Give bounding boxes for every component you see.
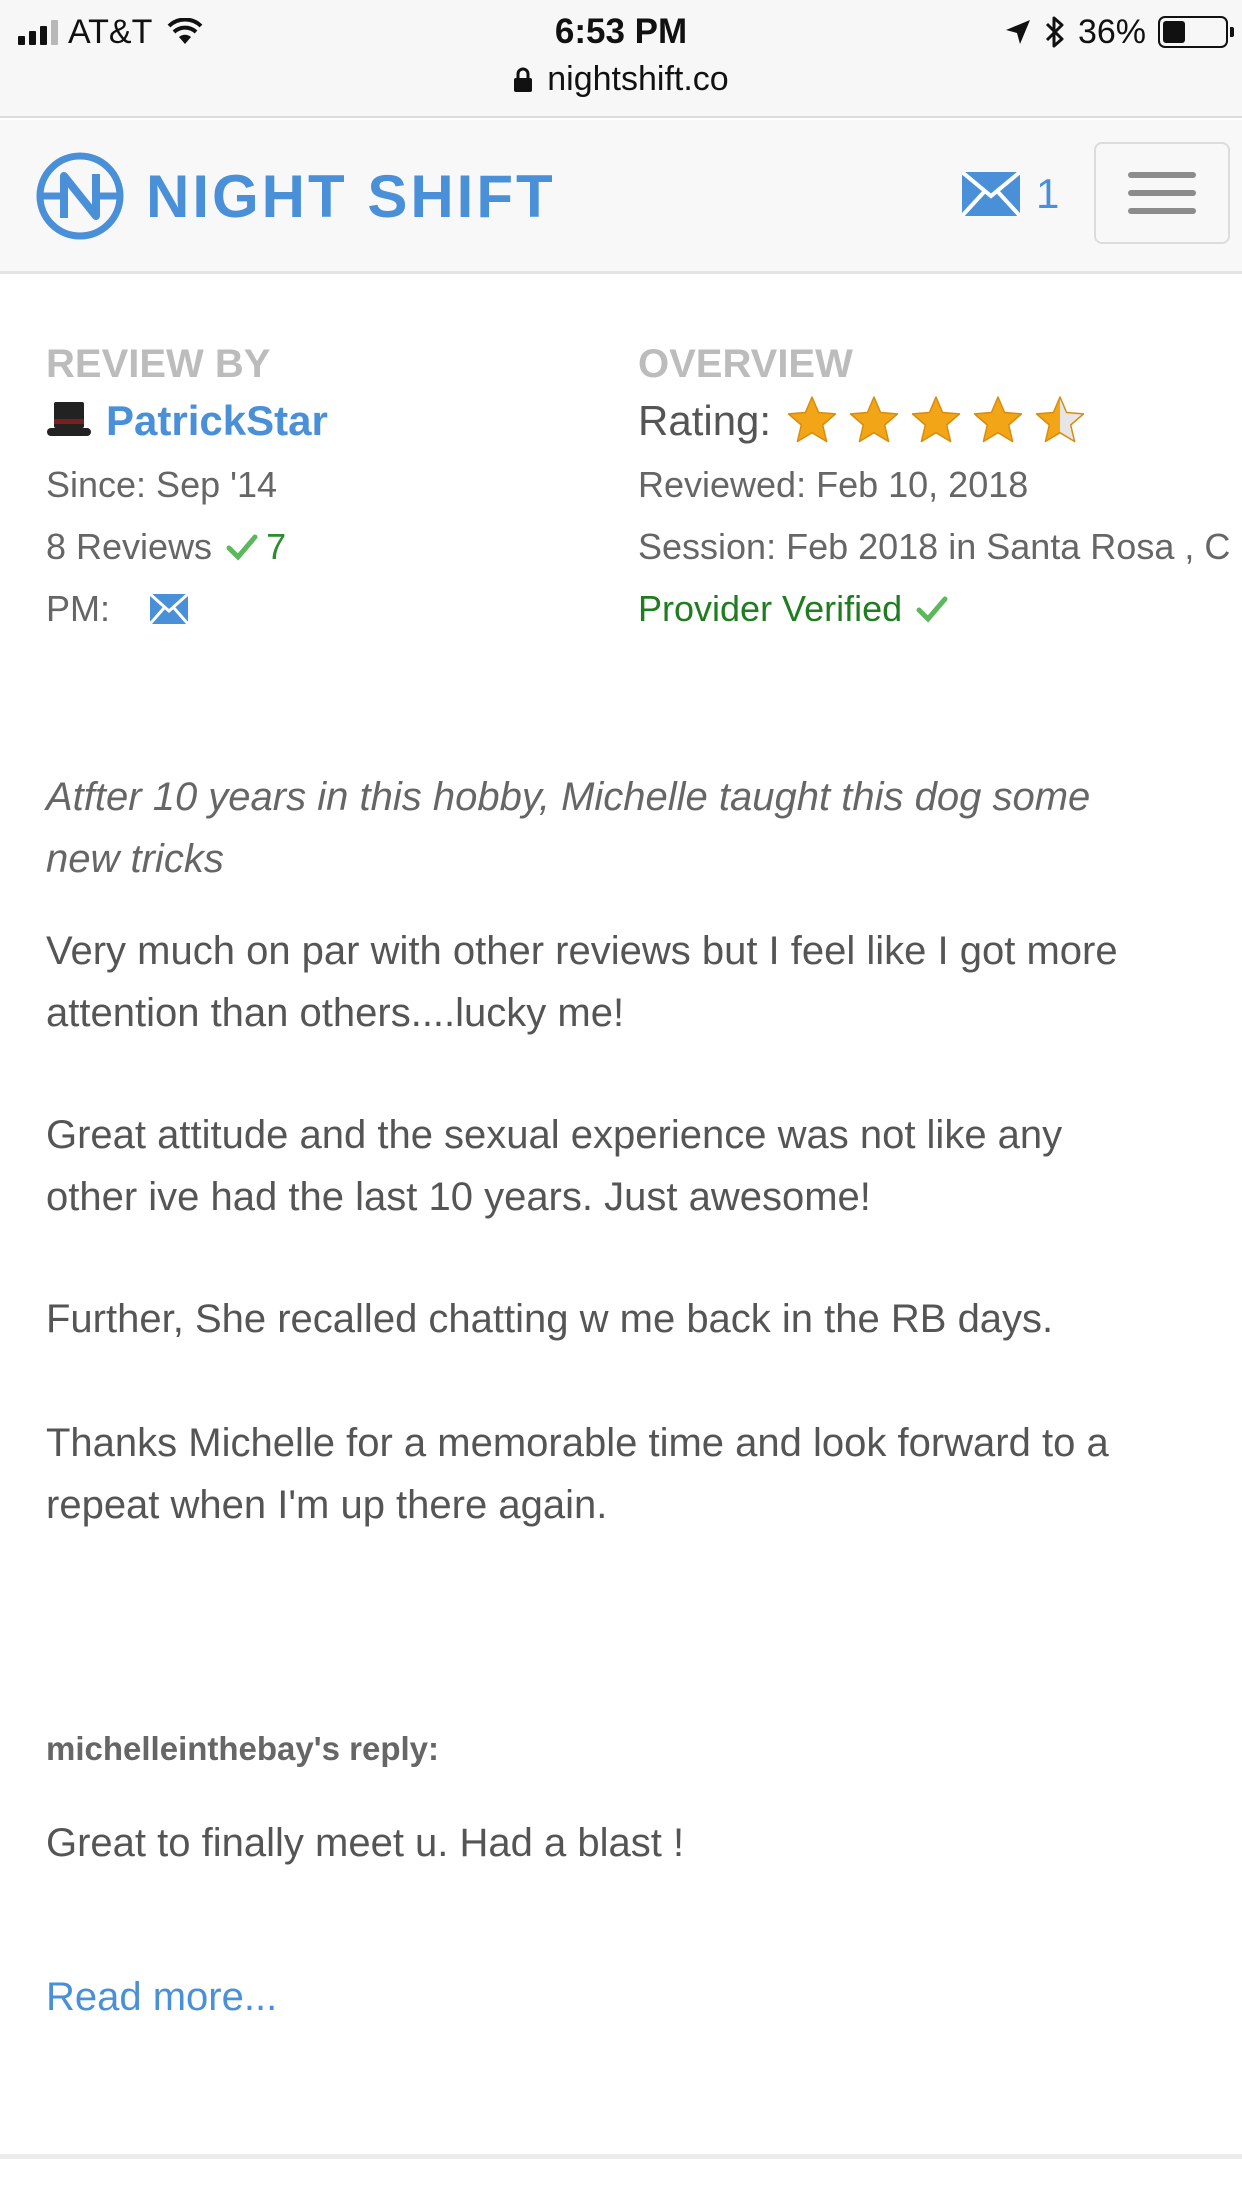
review-text-line: Thanks Michelle for a memorable time and…: [46, 1421, 1109, 1465]
review-by-heading: REVIEW BY: [46, 342, 271, 386]
review-by-section: REVIEW BY PatrickStar Since: Sep '14 8 R…: [46, 340, 606, 640]
address-bar[interactable]: nightshift.co: [0, 60, 1242, 99]
site-logo[interactable]: NIGHT SHIFT: [34, 150, 556, 242]
overview-heading: OVERVIEW: [638, 342, 853, 386]
messages-link[interactable]: 1: [962, 170, 1059, 218]
review-text-line: Very much on par with other reviews but …: [46, 929, 1118, 973]
star-full-icon: [787, 396, 837, 443]
overview-section: OVERVIEW Rating: Reviewed: Feb 10, 2018 …: [638, 340, 1242, 640]
message-count: 1: [1036, 170, 1060, 217]
review-paragraph: Great attitude and the sexual experience…: [46, 1104, 1216, 1228]
rating-label: Rating:: [638, 397, 772, 444]
envelope-icon: [962, 172, 1020, 216]
star-full-icon: [973, 396, 1023, 443]
reply-label: michelleinthebay's reply:: [46, 1730, 439, 1767]
review-text-line: repeat when I'm up there again.: [46, 1483, 608, 1527]
pm-row: PM:: [46, 578, 606, 640]
site-header: NIGHT SHIFT 1: [0, 120, 1242, 274]
menu-bar-icon: [1128, 190, 1196, 196]
top-hat-icon: [47, 402, 91, 436]
reviewer-username-link[interactable]: PatrickStar: [106, 388, 328, 454]
review-text-line: attention than others....lucky me!: [46, 991, 625, 1035]
url-text: nightshift.co: [547, 60, 729, 98]
pm-label: PM:: [46, 588, 111, 629]
review-text-line: Further, She recalled chatting w me back…: [46, 1297, 1054, 1341]
review-text-line: Great attitude and the sexual experience…: [46, 1113, 1063, 1157]
star-half-icon: [1035, 396, 1085, 443]
menu-bar-icon: [1128, 172, 1196, 178]
hamburger-menu-button[interactable]: [1094, 142, 1230, 244]
lock-icon: [514, 67, 533, 92]
verified-review-count: 7: [266, 526, 287, 567]
review-paragraph: Thanks Michelle for a memorable time and…: [46, 1412, 1216, 1536]
reviewed-date: Reviewed: Feb 10, 2018: [638, 464, 1029, 505]
review-paragraph: Very much on par with other reviews but …: [46, 920, 1216, 1044]
bluetooth-icon: [1045, 16, 1064, 48]
status-bar: AT&T 6:53 PM 36% nightshift.co: [0, 0, 1242, 118]
green-check-icon: [226, 534, 258, 561]
star-full-icon: [849, 396, 899, 443]
battery-icon: [1158, 16, 1234, 48]
read-more-link[interactable]: Read more...: [46, 1966, 277, 2028]
reviewer-row: PatrickStar: [46, 388, 606, 454]
star-full-icon: [911, 396, 961, 443]
review-count: 8 Reviews: [46, 526, 213, 567]
provider-verified-row: Provider Verified: [638, 578, 1242, 640]
review-text-line: other ive had the last 10 years. Just aw…: [46, 1175, 871, 1219]
review-title-line: new tricks: [46, 837, 224, 881]
logo-text: NIGHT SHIFT: [146, 162, 556, 230]
rating-stars: [785, 394, 1087, 448]
battery-percent: 36%: [1077, 12, 1146, 51]
night-shift-logo-icon: [36, 152, 124, 240]
status-right: 36%: [1004, 12, 1234, 52]
reply-text: Great to finally meet u. Had a blast !: [46, 1821, 685, 1865]
rating-row: Rating:: [638, 388, 1242, 454]
location-arrow-icon: [1005, 20, 1030, 44]
member-since: Since: Sep '14: [46, 464, 278, 505]
review-title-line: Atfter 10 years in this hobby, Michelle …: [46, 775, 1091, 819]
menu-bar-icon: [1128, 208, 1196, 214]
review-count-row[interactable]: 8 Reviews 7: [46, 516, 606, 578]
send-pm-envelope-icon[interactable]: [150, 594, 189, 624]
session-info: Session: Feb 2018 in Santa Rosa , C: [638, 526, 1231, 567]
review-paragraph: Further, She recalled chatting w me back…: [46, 1288, 1216, 1350]
provider-verified-label: Provider Verified: [638, 588, 903, 629]
green-check-icon: [916, 596, 948, 623]
section-divider: [0, 2154, 1242, 2159]
review-title: Atfter 10 years in this hobby, Michelle …: [46, 766, 1216, 890]
battery-level: [1163, 21, 1185, 43]
